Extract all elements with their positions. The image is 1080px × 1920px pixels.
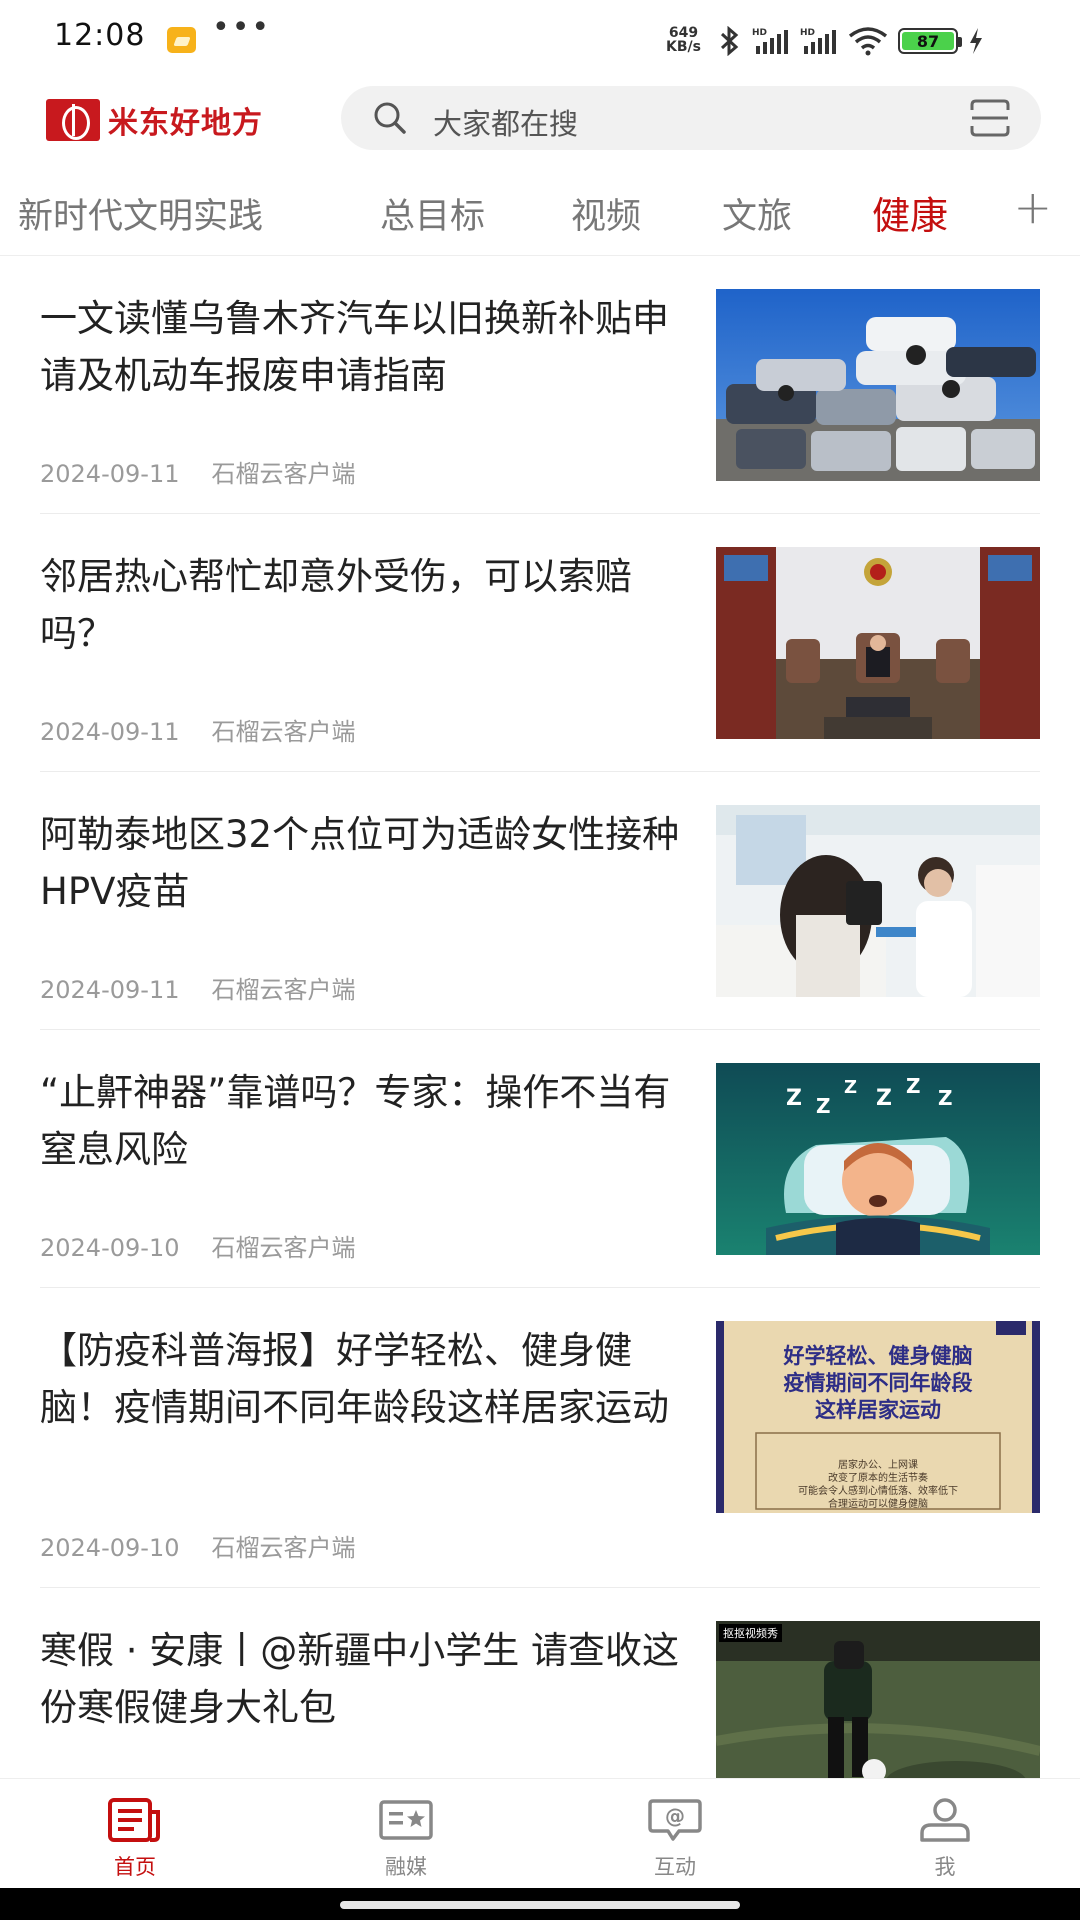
notification-app-icon: [167, 27, 196, 53]
status-bar: 12:08 ••• 649 KB/s HD HD 87: [0, 0, 1080, 78]
article-meta: 2024-09-11 石榴云客户端: [40, 970, 355, 1005]
network-speed-value: 649: [668, 25, 699, 41]
nav-label: 融媒: [385, 1855, 427, 1879]
chat-at-icon: @: [648, 1799, 702, 1841]
news-icon: [108, 1798, 160, 1842]
tab-culture-tourism[interactable]: 文旅: [722, 188, 792, 239]
svg-text:Z: Z: [906, 1074, 921, 1098]
tab-overall-goal[interactable]: 总目标: [380, 188, 485, 239]
poster-image: 好学轻松、健身健脑 疫情期间不同年龄段 这样居家运动 居家办公、上网课 改变了原…: [716, 1321, 1040, 1513]
courtroom-photo: [716, 547, 1040, 739]
article-meta: 2024-09-11 石榴云客户端: [40, 454, 355, 489]
hd-signal-icon: HD: [800, 28, 836, 54]
list-item[interactable]: “止鼾神器”靠谱吗？专家：操作不当有窒息风险 2024-09-10 石榴云客户端 …: [40, 1030, 1040, 1288]
svg-text:@: @: [665, 1804, 685, 1828]
article-source: 石榴云客户端: [211, 1234, 356, 1262]
article-date: 2024-09-11: [40, 976, 180, 1004]
article-date: 2024-09-10: [40, 1534, 180, 1562]
poster-headline: 疫情期间不同年龄段: [783, 1371, 973, 1395]
search-icon: [374, 102, 406, 134]
media-card-icon: [379, 1800, 433, 1840]
article-source: 石榴云客户端: [211, 718, 356, 746]
svg-text:Z: Z: [844, 1077, 857, 1098]
article-source: 石榴云客户端: [211, 460, 356, 488]
article-title: 一文读懂乌鲁木齐汽车以旧换新补贴申请及机动车报废申请指南: [40, 297, 669, 397]
article-meta: 2024-09-10 石榴云客户端: [40, 1528, 355, 1563]
poster-headline: 好学轻松、健身健脑: [783, 1344, 973, 1368]
video-tag: 抠抠视频秀: [719, 1624, 782, 1642]
article-date: 2024-09-10: [40, 1234, 180, 1262]
football-video-still: 抠抠视频秀: [716, 1621, 1040, 1778]
poster-body: 合理运动可以健身健脑: [828, 1499, 928, 1510]
bottom-nav: 首页 融媒 @ 互动 我: [0, 1778, 1080, 1888]
list-item[interactable]: 一文读懂乌鲁木齐汽车以旧换新补贴申请及机动车报废申请指南 2024-09-11 石…: [40, 256, 1040, 514]
nav-me[interactable]: 我: [885, 1779, 1005, 1889]
article-date: 2024-09-11: [40, 460, 180, 488]
network-speed-unit: KB/s: [666, 39, 701, 55]
nav-label: 我: [934, 1855, 956, 1879]
svg-text:Z: Z: [938, 1086, 953, 1110]
search-bar[interactable]: 大家都在搜: [341, 86, 1041, 150]
battery-level: 87: [902, 32, 954, 51]
svg-text:HD: HD: [752, 28, 767, 38]
svg-text:Z: Z: [816, 1094, 831, 1118]
logo-text: 米东好地方: [108, 106, 263, 141]
tab-health[interactable]: 健康: [872, 185, 948, 240]
user-icon: [920, 1798, 970, 1842]
svg-text:Z: Z: [786, 1086, 802, 1111]
poster-body: 居家办公、上网课: [838, 1460, 918, 1471]
nav-label: 首页: [114, 1855, 156, 1879]
article-title: 寒假 · 安康丨@新疆中小学生 请查收这份寒假健身大礼包: [40, 1629, 680, 1729]
vaccination-photo: [716, 805, 1040, 997]
article-title: “止鼾神器”靠谱吗？专家：操作不当有窒息风险: [40, 1071, 671, 1171]
bluetooth-icon: [720, 26, 739, 56]
list-item[interactable]: 阿勒泰地区32个点位可为适龄女性接种HPV疫苗 2024-09-11 石榴云客户端: [40, 772, 1040, 1030]
article-title: 阿勒泰地区32个点位可为适龄女性接种HPV疫苗: [40, 813, 680, 913]
article-meta: 2024-09-10 石榴云客户端: [40, 1228, 355, 1263]
svg-text:Z: Z: [876, 1086, 892, 1111]
tab-video[interactable]: 视频: [571, 188, 641, 239]
logo-mark-icon: [46, 99, 100, 141]
battery-icon: 87: [898, 28, 962, 54]
network-speed: 649 KB/s: [666, 26, 701, 54]
hd-signal-icon: HD: [752, 28, 788, 54]
gesture-bar: [0, 1888, 1080, 1920]
status-icons: HD HD 87: [716, 24, 984, 58]
article-source: 石榴云客户端: [211, 976, 356, 1004]
scan-icon[interactable]: [969, 98, 1011, 138]
article-date: 2024-09-11: [40, 718, 180, 746]
svg-text:HD: HD: [800, 28, 815, 38]
article-source: 石榴云客户端: [211, 1534, 356, 1562]
status-time: 12:08: [54, 18, 146, 53]
nav-label: 互动: [654, 1855, 696, 1879]
scrapyard-cars-photo: [716, 289, 1040, 481]
category-tabs: 新时代文明实践 总目标 视频 文旅 健康 +: [0, 170, 1080, 256]
article-title: 【防疫科普海报】好学轻松、健身健脑！疫情期间不同年龄段这样居家运动: [40, 1329, 669, 1429]
list-item[interactable]: 邻居热心帮忙却意外受伤，可以索赔吗？ 2024-09-11 石榴云客户端: [40, 514, 1040, 772]
tab-civilization[interactable]: 新时代文明实践: [18, 188, 263, 239]
poster-body: 改变了原本的生活节奏: [828, 1473, 928, 1484]
list-item[interactable]: 寒假 · 安康丨@新疆中小学生 请查收这份寒假健身大礼包 抠抠视频秀: [40, 1588, 1040, 1778]
more-notifications-icon: •••: [212, 10, 272, 45]
article-title: 邻居热心帮忙却意外受伤，可以索赔吗？: [40, 555, 632, 655]
home-gesture-handle[interactable]: [340, 1901, 740, 1909]
nav-interact[interactable]: @ 互动: [615, 1779, 735, 1889]
list-item[interactable]: 【防疫科普海报】好学轻松、健身健脑！疫情期间不同年龄段这样居家运动 2024-0…: [40, 1288, 1040, 1588]
nav-home[interactable]: 首页: [75, 1779, 195, 1889]
article-list: 一文读懂乌鲁木齐汽车以旧换新补贴申请及机动车报废申请指南 2024-09-11 石…: [0, 256, 1080, 1778]
poster-headline: 这样居家运动: [815, 1398, 941, 1422]
article-meta: 2024-09-11 石榴云客户端: [40, 712, 355, 747]
app-header: 米东好地方 大家都在搜: [0, 78, 1080, 158]
snoring-illustration: ZZZZZZ: [716, 1063, 1040, 1255]
add-tab-icon[interactable]: +: [1013, 184, 1052, 230]
app-logo[interactable]: 米东好地方: [46, 98, 263, 142]
charging-icon: [970, 28, 982, 54]
nav-media[interactable]: 融媒: [346, 1779, 466, 1889]
wifi-icon: [848, 27, 888, 56]
search-placeholder: 大家都在搜: [433, 107, 579, 141]
poster-body: 可能会令人感到心情低落、效率低下: [798, 1486, 958, 1497]
